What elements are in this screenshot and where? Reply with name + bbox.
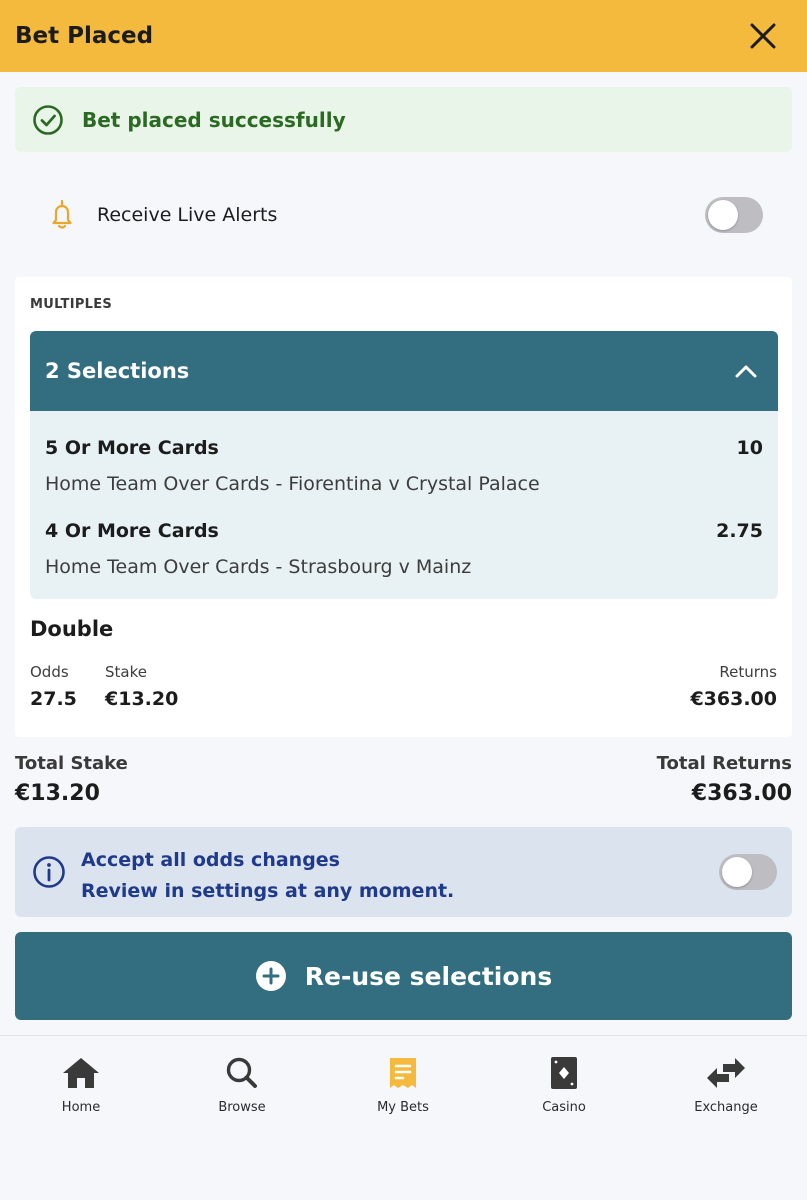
selection-description: Home Team Over Cards - Strasbourg v Main… bbox=[45, 556, 472, 578]
chevron-up-icon bbox=[735, 365, 757, 378]
bet-type: Double bbox=[30, 617, 114, 641]
nav-label: Casino bbox=[542, 1100, 586, 1115]
selections-header[interactable]: 2 Selections bbox=[30, 331, 778, 411]
reuse-selections-button[interactable]: Re-use selections bbox=[15, 932, 792, 1020]
selection-odds: 10 bbox=[736, 437, 763, 459]
live-alerts-toggle[interactable] bbox=[705, 197, 763, 233]
odds-changes-box: Accept all odds changes Review in settin… bbox=[15, 827, 792, 917]
returns-label: Returns bbox=[719, 663, 777, 681]
toggle-knob bbox=[722, 857, 752, 887]
info-icon bbox=[33, 856, 65, 888]
success-banner: Bet placed successfully bbox=[15, 87, 792, 152]
plus-circle-icon bbox=[255, 961, 286, 991]
check-circle-icon bbox=[33, 104, 63, 135]
stake-value: €13.20 bbox=[105, 688, 179, 710]
page-title: Bet Placed bbox=[15, 23, 154, 49]
live-alerts-row: Receive Live Alerts bbox=[15, 180, 792, 250]
selection-description: Home Team Over Cards - Fiorentina v Crys… bbox=[45, 473, 540, 495]
odds-value: 27.5 bbox=[30, 688, 77, 710]
nav-label: Browse bbox=[218, 1100, 266, 1115]
header-bar: Bet Placed bbox=[0, 0, 807, 72]
card-icon bbox=[551, 1057, 577, 1089]
nav-item-browse[interactable]: Browse bbox=[182, 1056, 302, 1115]
nav-label: Exchange bbox=[694, 1100, 758, 1115]
total-stake-value: €13.20 bbox=[15, 781, 100, 806]
nav-label: Home bbox=[61, 1100, 101, 1115]
nav-item-casino[interactable]: Casino bbox=[504, 1056, 624, 1115]
nav-item-home[interactable]: Home bbox=[21, 1056, 141, 1115]
close-button[interactable] bbox=[741, 14, 785, 58]
toggle-knob bbox=[708, 200, 738, 230]
live-alerts-label: Receive Live Alerts bbox=[97, 204, 278, 226]
receipt-icon bbox=[390, 1058, 416, 1088]
odds-label: Odds bbox=[30, 663, 69, 681]
selection-title: 5 Or More Cards bbox=[45, 437, 219, 459]
returns-value: €363.00 bbox=[690, 688, 777, 710]
odds-changes-title: Accept all odds changes bbox=[81, 849, 340, 871]
total-returns-label: Total Returns bbox=[656, 753, 792, 774]
nav-item-exchange[interactable]: Exchange bbox=[666, 1056, 786, 1115]
search-icon bbox=[226, 1057, 257, 1088]
total-returns-value: €363.00 bbox=[691, 781, 792, 806]
exchange-icon bbox=[707, 1058, 745, 1088]
section-label: MULTIPLES bbox=[30, 297, 113, 312]
selection-title: 4 Or More Cards bbox=[45, 520, 219, 542]
nav-item-my-bets[interactable]: My Bets bbox=[343, 1056, 463, 1115]
selection-item: 5 Or More Cards 10 Home Team Over Cards … bbox=[45, 437, 763, 495]
bell-icon bbox=[52, 199, 72, 229]
selection-odds: 2.75 bbox=[716, 520, 763, 542]
stake-label: Stake bbox=[105, 663, 147, 681]
home-icon bbox=[63, 1058, 99, 1088]
selection-item: 4 Or More Cards 2.75 Home Team Over Card… bbox=[45, 520, 763, 578]
odds-changes-subtitle: Review in settings at any moment. bbox=[81, 880, 455, 902]
selections-list: 5 Or More Cards 10 Home Team Over Cards … bbox=[30, 411, 778, 599]
odds-changes-toggle[interactable] bbox=[719, 854, 777, 890]
close-icon bbox=[750, 23, 776, 49]
bottom-nav: Home Browse My Bets Casino Exchange bbox=[0, 1035, 807, 1200]
reuse-selections-label: Re-use selections bbox=[304, 961, 553, 991]
bet-card: MULTIPLES 2 Selections 5 Or More Cards 1… bbox=[15, 277, 792, 737]
nav-label: My Bets bbox=[377, 1100, 429, 1115]
success-message: Bet placed successfully bbox=[82, 107, 346, 132]
total-stake-label: Total Stake bbox=[15, 753, 128, 774]
selections-title: 2 Selections bbox=[45, 359, 190, 383]
